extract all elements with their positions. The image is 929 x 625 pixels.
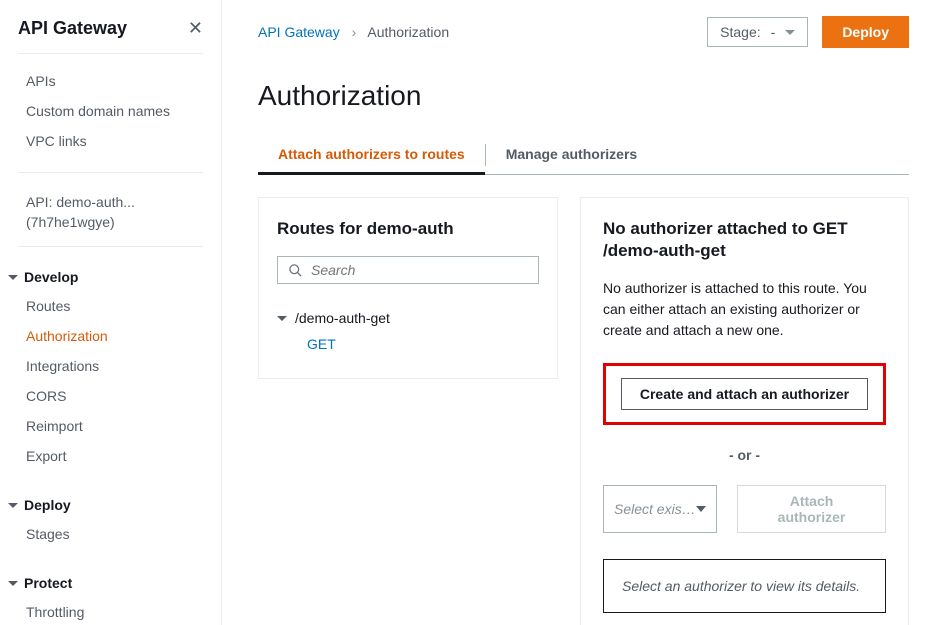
search-icon [288,263,303,278]
section-label: Deploy [24,497,71,513]
sidebar-header: API Gateway ✕ [0,0,221,53]
tab-manage-authorizers[interactable]: Manage authorizers [486,136,657,174]
deploy-nav: Stages [0,519,221,565]
close-icon[interactable]: ✕ [188,18,203,39]
topbar: API Gateway › Authorization Stage: - Dep… [222,0,929,56]
sidebar-item-apis[interactable]: APIs [0,66,221,96]
top-actions: Stage: - Deploy [707,16,909,48]
existing-authorizer-select[interactable]: Select exis… [603,485,717,533]
route-method-get[interactable]: GET [277,330,539,352]
chevron-down-icon [785,30,795,35]
authorizer-detail-panel: No authorizer attached to GET /demo-auth… [580,197,909,625]
api-meta: API: demo-auth... (7h7he1wgye) [0,185,221,246]
page-body: Authorization Attach authorizers to rout… [222,56,929,625]
stage-value: - [771,24,776,40]
search-input[interactable] [311,262,528,278]
sidebar-item-integrations[interactable]: Integrations [0,351,221,381]
section-header-develop[interactable]: Develop [0,259,221,291]
main: API Gateway › Authorization Stage: - Dep… [222,0,929,625]
chevron-down-icon [8,275,18,280]
section-header-protect[interactable]: Protect [0,565,221,597]
sidebar-item-throttling[interactable]: Throttling [0,597,221,625]
sidebar-item-routes[interactable]: Routes [0,291,221,321]
divider [18,172,203,173]
route-path: /demo-auth-get [295,310,390,326]
search-field[interactable] [277,256,539,284]
chevron-right-icon: › [352,24,357,40]
tabs: Attach authorizers to routes Manage auth… [258,136,909,175]
api-meta-id: (7h7he1wgye) [26,213,203,233]
sidebar-top-nav: APIs Custom domain names VPC links [0,66,221,172]
routes-panel: Routes for demo-auth /demo-auth-get GET [258,197,558,379]
page-title: Authorization [258,80,909,112]
tab-attach-authorizers[interactable]: Attach authorizers to routes [258,136,485,174]
create-highlight: Create and attach an authorizer [603,363,886,425]
chevron-down-icon [696,506,706,512]
sidebar-item-cors[interactable]: CORS [0,381,221,411]
stage-selector[interactable]: Stage: - [707,17,808,47]
sidebar-item-custom-domain[interactable]: Custom domain names [0,96,221,126]
breadcrumb-current: Authorization [367,24,449,40]
sidebar-item-reimport[interactable]: Reimport [0,411,221,441]
breadcrumb-root[interactable]: API Gateway [258,24,340,40]
breadcrumb: API Gateway › Authorization [258,24,449,40]
develop-nav: Routes Authorization Integrations CORS R… [0,291,221,487]
sidebar-title: API Gateway [18,18,127,39]
protect-nav: Throttling [0,597,221,625]
detail-description: No authorizer is attached to this route.… [603,278,886,341]
stage-label: Stage: [720,24,760,40]
section-header-deploy[interactable]: Deploy [0,487,221,519]
select-placeholder: Select exis… [614,501,696,517]
section-label: Protect [24,575,72,591]
deploy-button[interactable]: Deploy [822,16,909,48]
panels: Routes for demo-auth /demo-auth-get GET … [258,197,909,625]
sidebar-item-stages[interactable]: Stages [0,519,221,549]
routes-title: Routes for demo-auth [277,218,539,240]
chevron-down-icon [8,503,18,508]
sidebar-item-vpc-links[interactable]: VPC links [0,126,221,156]
detail-title: No authorizer attached to GET /demo-auth… [603,218,886,262]
create-authorizer-button[interactable]: Create and attach an authorizer [621,378,868,410]
chevron-down-icon [8,581,18,586]
authorizer-detail-hint: Select an authorizer to view its details… [603,559,886,613]
sidebar-item-export[interactable]: Export [0,441,221,471]
attach-authorizer-button: Attach authorizer [737,485,886,533]
route-item[interactable]: /demo-auth-get [277,306,539,330]
attach-row: Select exis… Attach authorizer [603,485,886,533]
or-divider: - or - [603,447,886,463]
sidebar-item-authorization[interactable]: Authorization [0,321,221,351]
chevron-down-icon [277,316,287,321]
section-label: Develop [24,269,78,285]
divider [18,246,203,247]
divider [18,53,203,54]
api-meta-name: API: demo-auth... [26,193,203,213]
sidebar: API Gateway ✕ APIs Custom domain names V… [0,0,222,625]
